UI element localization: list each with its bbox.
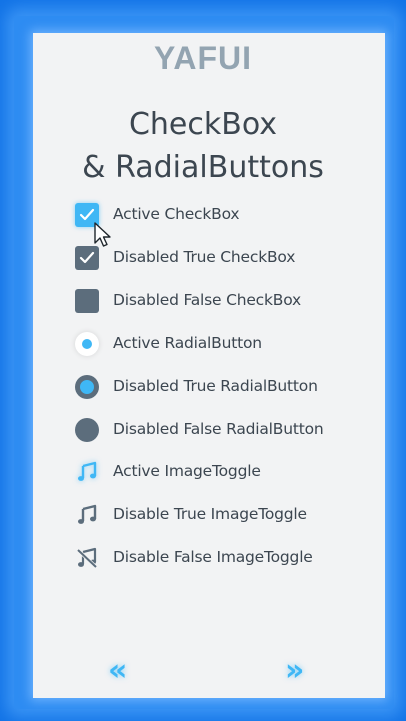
radial-ring xyxy=(75,418,99,442)
disabled-false-radialbutton xyxy=(74,417,100,443)
disable-false-imagetoggle xyxy=(74,545,100,571)
row-disable-true-imagetoggle: Disable True ImageToggle xyxy=(74,500,364,528)
page-title-line1: CheckBox xyxy=(128,107,278,142)
checkbox-box xyxy=(75,289,99,313)
row-active-imagetoggle: Active ImageToggle xyxy=(74,457,364,485)
row-disabled-false-radialbutton: Disabled False RadialButton xyxy=(74,415,364,443)
checkmark-icon xyxy=(79,251,95,264)
page-title-line2: & RadialButtons xyxy=(82,150,324,185)
row-disabled-false-checkbox: Disabled False CheckBox xyxy=(74,286,364,314)
next-page-button[interactable]: » xyxy=(285,656,304,686)
row-disabled-true-checkbox: Disabled True CheckBox xyxy=(74,243,364,271)
row-active-radialbutton: Active RadialButton xyxy=(74,329,364,357)
active-checkbox-label: Active CheckBox xyxy=(113,205,240,223)
disabled-true-radialbutton-label: Disabled True RadialButton xyxy=(113,377,318,395)
disable-true-imagetoggle xyxy=(74,502,100,528)
disabled-false-radialbutton-label: Disabled False RadialButton xyxy=(113,420,324,438)
radial-ring xyxy=(75,375,99,399)
row-active-checkbox: Active CheckBox xyxy=(74,200,364,228)
row-disabled-true-radialbutton: Disabled True RadialButton xyxy=(74,372,364,400)
brand-title: YAFUI xyxy=(153,40,253,76)
disabled-false-checkbox-label: Disabled False CheckBox xyxy=(113,291,301,309)
active-radialbutton[interactable] xyxy=(74,331,100,357)
disable-false-imagetoggle-label: Disable False ImageToggle xyxy=(113,548,313,566)
music-note-icon xyxy=(78,461,97,481)
disabled-true-radialbutton xyxy=(74,374,100,400)
active-imagetoggle[interactable] xyxy=(74,459,100,485)
radial-ring xyxy=(75,332,99,356)
disable-true-imagetoggle-label: Disable True ImageToggle xyxy=(113,505,307,523)
disabled-true-checkbox-label: Disabled True CheckBox xyxy=(113,248,296,266)
mouse-cursor-icon xyxy=(94,222,111,247)
radial-dot xyxy=(80,380,94,394)
checkmark-icon xyxy=(79,208,95,221)
radial-dot xyxy=(82,339,92,349)
music-note-muted-icon xyxy=(76,547,98,569)
disabled-false-checkbox xyxy=(74,288,100,314)
row-disable-false-imagetoggle: Disable False ImageToggle xyxy=(74,543,364,571)
music-note-icon xyxy=(78,504,97,524)
active-imagetoggle-label: Active ImageToggle xyxy=(113,462,261,480)
active-radialbutton-label: Active RadialButton xyxy=(113,334,262,352)
previous-page-button[interactable]: « xyxy=(108,656,127,686)
